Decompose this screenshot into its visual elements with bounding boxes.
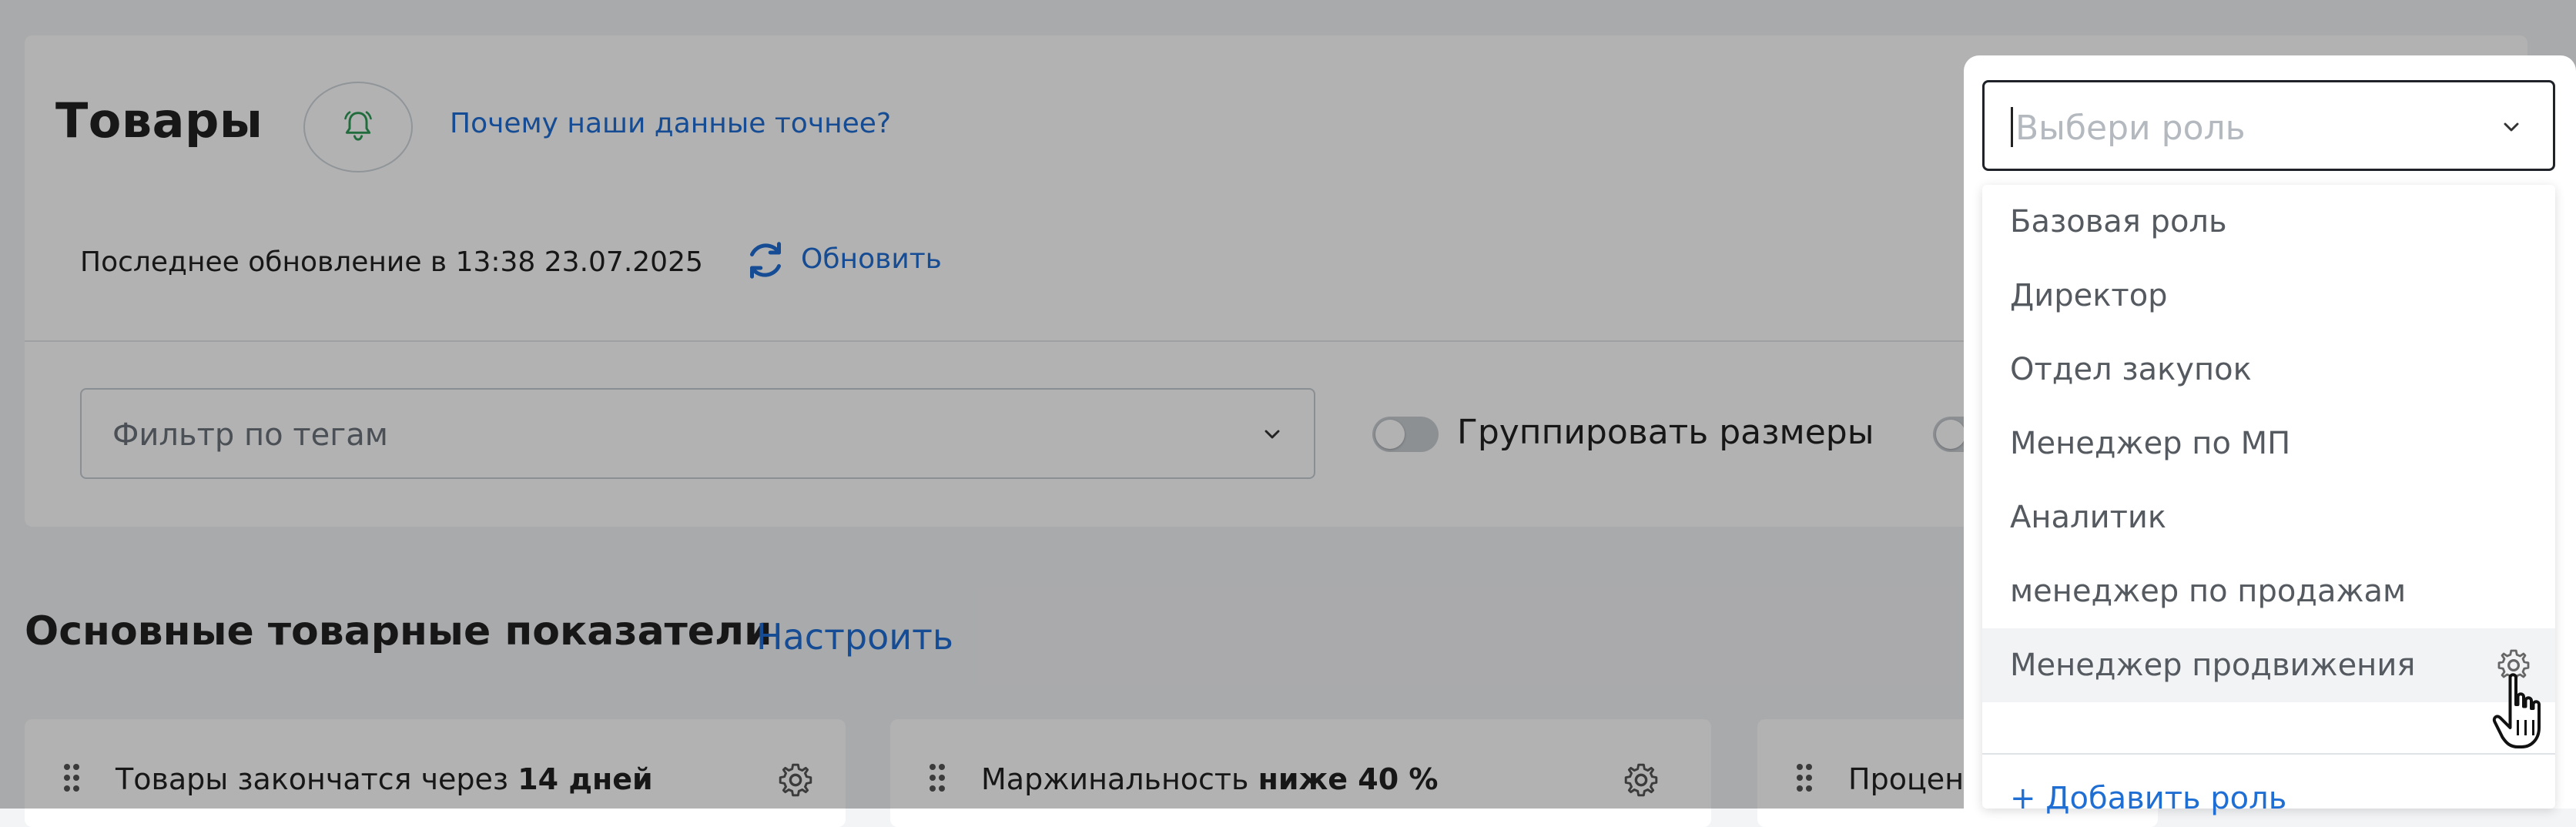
role-list-divider bbox=[1982, 753, 2555, 755]
role-select-input[interactable]: Выбери роль bbox=[1982, 80, 2555, 171]
role-option[interactable]: Отдел закупок bbox=[1982, 333, 2555, 407]
role-option[interactable]: менеджер по продажам bbox=[1982, 554, 2555, 628]
role-option-hovered[interactable]: Менеджер продвижения bbox=[1982, 628, 2555, 702]
hand-pointer-icon bbox=[2492, 673, 2541, 748]
role-panel: Выбери роль Базовая роль Директор Отдел … bbox=[1964, 55, 2576, 816]
chevron-down-icon bbox=[2504, 122, 2519, 132]
add-role-button[interactable]: + Добавить роль bbox=[2010, 781, 2286, 816]
role-options-list: Базовая роль Директор Отдел закупок Мене… bbox=[1982, 185, 2555, 816]
app-root: Товары Почему наши данные точнее? Послед… bbox=[0, 0, 2576, 827]
role-option[interactable]: Аналитик bbox=[1982, 480, 2555, 554]
role-option[interactable]: Директор bbox=[1982, 259, 2555, 333]
text-caret bbox=[2011, 107, 2013, 147]
role-select-placeholder: Выбери роль bbox=[2015, 109, 2246, 148]
role-option[interactable]: Менеджер по МП bbox=[1982, 407, 2555, 480]
role-option-label: Менеджер продвижения bbox=[2010, 648, 2416, 683]
role-option[interactable]: Базовая роль bbox=[1982, 185, 2555, 259]
